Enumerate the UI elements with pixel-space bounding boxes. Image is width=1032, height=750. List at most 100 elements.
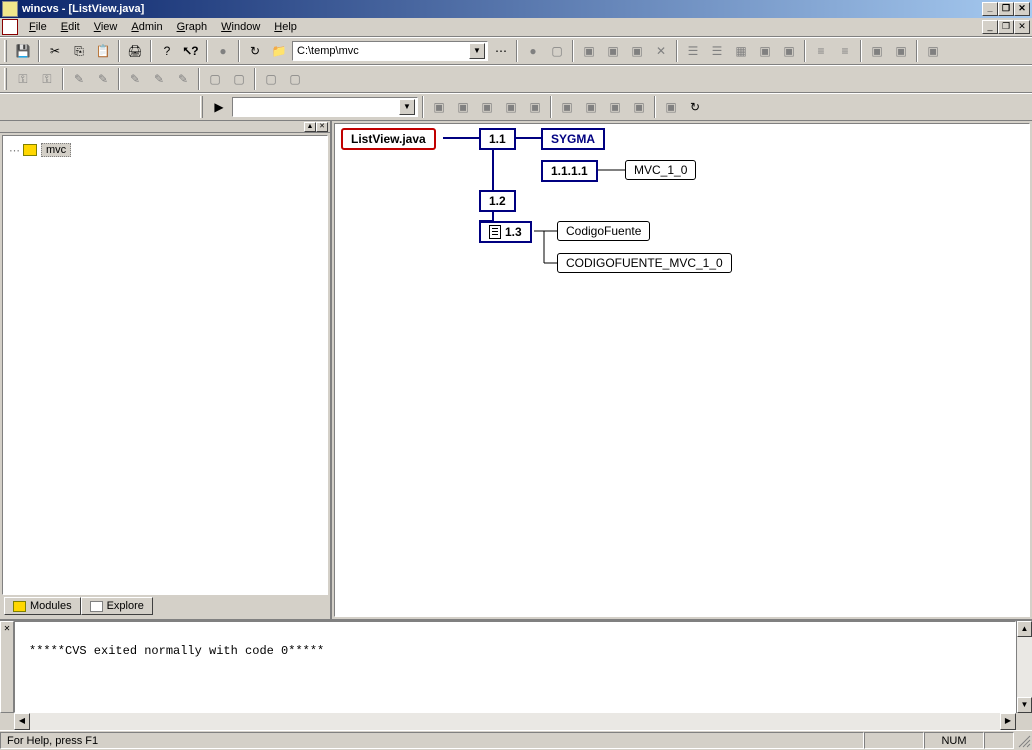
graph-tag-codigofull[interactable]: CODIGOFUENTE_MVC_1_0: [557, 253, 732, 273]
menu-view[interactable]: View: [87, 19, 125, 35]
graph-btn-10[interactable]: ▣: [660, 96, 682, 118]
tb-btn-7[interactable]: ▣: [890, 40, 912, 62]
graph-btn-9[interactable]: ▣: [628, 96, 650, 118]
close-button[interactable]: ✕: [1014, 2, 1030, 16]
tool-btn-2[interactable]: ✎: [92, 68, 114, 90]
macro-combo-dropdown[interactable]: ▼: [399, 99, 415, 115]
indent-btn-1[interactable]: ≡: [810, 40, 832, 62]
menu-help[interactable]: Help: [267, 19, 304, 35]
sidebar-toolbar: ▲ ✕: [0, 121, 330, 133]
mdi-close-button[interactable]: ✕: [1014, 20, 1030, 34]
scroll-down-button[interactable]: ▼: [1017, 697, 1032, 713]
tab-modules[interactable]: Modules: [4, 597, 81, 615]
folder-button[interactable]: 📁: [268, 40, 290, 62]
tb-btn-6[interactable]: ▣: [866, 40, 888, 62]
tab-explore[interactable]: Explore: [81, 597, 153, 615]
console-scrollbar-v[interactable]: ▲ ▼: [1016, 621, 1032, 713]
graph-btn-7[interactable]: ▣: [580, 96, 602, 118]
graph-branch-sygma[interactable]: SYGMA: [541, 128, 605, 150]
graph-rev-1-2[interactable]: 1.2: [479, 190, 516, 212]
graph-btn-4[interactable]: ▣: [500, 96, 522, 118]
console-output[interactable]: *****CVS exited normally with code 0****…: [14, 621, 1016, 713]
graph-tag-codigo[interactable]: CodigoFuente: [557, 221, 650, 241]
maximize-button[interactable]: ❐: [998, 2, 1014, 16]
tree-node-root[interactable]: ⋯ mvc: [9, 142, 321, 158]
tool-btn-7[interactable]: ▢: [228, 68, 250, 90]
grid-btn[interactable]: ▦: [730, 40, 752, 62]
status-dot-button[interactable]: ●: [522, 40, 544, 62]
scroll-track-h[interactable]: [30, 713, 1000, 730]
tree-area[interactable]: ⋯ mvc: [2, 135, 328, 595]
reload-button[interactable]: ↻: [684, 96, 706, 118]
tb-btn-8[interactable]: ▣: [922, 40, 944, 62]
graph-btn-6[interactable]: ▣: [556, 96, 578, 118]
scroll-right-button[interactable]: ▶: [1000, 713, 1016, 730]
scroll-track-v[interactable]: [1017, 637, 1032, 697]
print-button[interactable]: 🖨: [124, 40, 146, 62]
save-button[interactable]: 💾: [12, 40, 34, 62]
tool-btn-8[interactable]: ▢: [260, 68, 282, 90]
run-button[interactable]: ▶: [208, 96, 230, 118]
copy-button[interactable]: ⎘: [68, 40, 90, 62]
paste-button[interactable]: 📋: [92, 40, 114, 62]
graph-tag-mvc10[interactable]: MVC_1_0: [625, 160, 696, 180]
tool-btn-5[interactable]: ✎: [172, 68, 194, 90]
macro-combo[interactable]: ▼: [232, 97, 418, 117]
delete-button[interactable]: ✕: [650, 40, 672, 62]
context-help-button[interactable]: ⭦?: [180, 40, 202, 62]
path-combo[interactable]: C:\temp\mvc ▼: [292, 41, 488, 61]
tool-btn-3[interactable]: ✎: [124, 68, 146, 90]
menu-graph[interactable]: Graph: [170, 19, 215, 35]
menu-file[interactable]: File: [22, 19, 54, 35]
toolbar-grip-3[interactable]: [200, 96, 203, 118]
mdi-minimize-button[interactable]: _: [982, 20, 998, 34]
console-scrollbar-h[interactable]: ◀ ▶: [14, 713, 1016, 730]
list-btn-2[interactable]: ☰: [706, 40, 728, 62]
menu-window[interactable]: Window: [214, 19, 267, 35]
tb-btn-4[interactable]: ▣: [754, 40, 776, 62]
tb-btn-5[interactable]: ▣: [778, 40, 800, 62]
menu-edit[interactable]: Edit: [54, 19, 87, 35]
path-combo-dropdown[interactable]: ▼: [469, 43, 485, 59]
graph-rev-1-3[interactable]: 1.3: [479, 221, 532, 243]
tb-btn-2[interactable]: ▣: [602, 40, 624, 62]
menu-admin[interactable]: Admin: [124, 19, 169, 35]
graph-btn-3[interactable]: ▣: [476, 96, 498, 118]
scroll-up-button[interactable]: ▲: [1017, 621, 1032, 637]
sidebar: ▲ ✕ ⋯ mvc Modules Explore: [0, 121, 332, 619]
record-button[interactable]: ●: [212, 40, 234, 62]
resize-grip[interactable]: [1014, 732, 1032, 749]
graph-rev-1-1[interactable]: 1.1: [479, 128, 516, 150]
graph-rev-1-1-1-1[interactable]: 1.1.1.1: [541, 160, 598, 182]
tool-btn-1[interactable]: ✎: [68, 68, 90, 90]
graph-area[interactable]: ListView.java 1.1 SYGMA 1.1.1.1 MVC_1_0 …: [334, 123, 1030, 617]
console-close-icon[interactable]: ✕: [0, 621, 14, 713]
sidebar-close-icon[interactable]: ✕: [316, 122, 328, 132]
indent-btn-2[interactable]: ≡: [834, 40, 856, 62]
scroll-left-button[interactable]: ◀: [14, 713, 30, 730]
toolbar-grip-2[interactable]: [4, 68, 7, 90]
graph-btn-5[interactable]: ▣: [524, 96, 546, 118]
tool-btn-6[interactable]: ▢: [204, 68, 226, 90]
browse-button[interactable]: ⋯: [490, 40, 512, 62]
graph-btn-2[interactable]: ▣: [452, 96, 474, 118]
about-button[interactable]: ?: [156, 40, 178, 62]
toolbar-main: 💾 ✂ ⎘ 📋 🖨 ? ⭦? ● ↻ 📁 C:\temp\mvc ▼ ⋯ ● ▢…: [0, 37, 1032, 65]
mdi-restore-button[interactable]: ❐: [998, 20, 1014, 34]
tb-btn-1[interactable]: ▣: [578, 40, 600, 62]
minimize-button[interactable]: _: [982, 2, 998, 16]
cut-button[interactable]: ✂: [44, 40, 66, 62]
graph-file-node[interactable]: ListView.java: [341, 128, 436, 150]
toolbar-grip[interactable]: [4, 40, 7, 62]
graph-btn-8[interactable]: ▣: [604, 96, 626, 118]
key-btn-2[interactable]: ⚿: [36, 68, 58, 90]
box-button[interactable]: ▢: [546, 40, 568, 62]
tool-btn-4[interactable]: ✎: [148, 68, 170, 90]
graph-btn-1[interactable]: ▣: [428, 96, 450, 118]
sidebar-minimize-icon[interactable]: ▲: [304, 122, 316, 132]
key-btn-1[interactable]: ⚿: [12, 68, 34, 90]
list-btn-1[interactable]: ☰: [682, 40, 704, 62]
tool-btn-9[interactable]: ▢: [284, 68, 306, 90]
tb-btn-3[interactable]: ▣: [626, 40, 648, 62]
refresh-button[interactable]: ↻: [244, 40, 266, 62]
